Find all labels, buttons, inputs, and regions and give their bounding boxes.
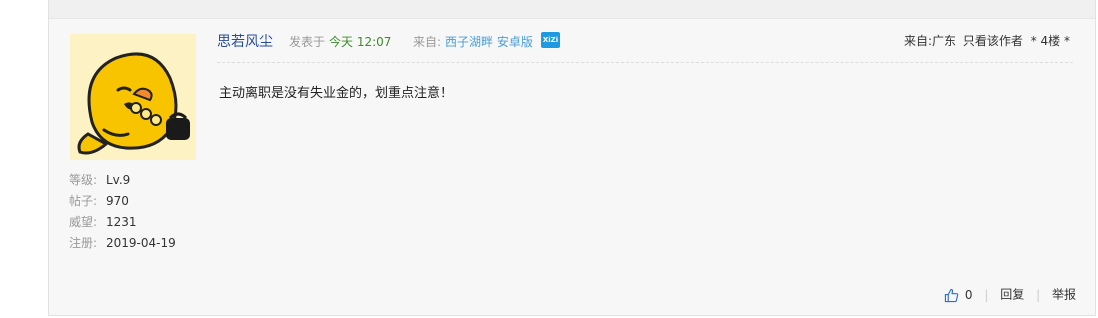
stat-value: 1231 <box>106 215 137 229</box>
thumbs-up-icon <box>944 288 959 302</box>
divider: | <box>1036 287 1041 302</box>
username-link[interactable]: 思若风尘 <box>217 31 273 51</box>
app-badge-icon[interactable]: XiZi <box>541 32 560 48</box>
location-label: 来自:广东 <box>904 34 957 48</box>
post-top-border <box>49 0 1095 19</box>
source-client-link[interactable]: 西子湖畔 安卓版 <box>445 35 533 49</box>
post-header: 思若风尘 发表于 今天 12:07 来自: 西子湖畔 安卓版 XiZi 来自:广东 … <box>217 28 1073 63</box>
report-link[interactable]: 举报 <box>1052 288 1076 302</box>
yellow-duck-avatar-icon <box>70 34 196 160</box>
like-count: 0 <box>964 287 973 302</box>
stat-posts: 帖子: 970 <box>69 191 209 212</box>
stat-level: 等级: Lv.9 <box>69 170 209 191</box>
post-meta-right: 来自:广东 只看该作者 * 4楼 * <box>904 32 1070 49</box>
floor-number: * 4楼 * <box>1030 34 1070 48</box>
posted-info: 发表于 今天 12:07 <box>289 33 391 50</box>
stat-reputation: 威望: 1231 <box>69 212 209 233</box>
avatar[interactable] <box>70 34 196 160</box>
view-author-only-link[interactable]: 只看该作者 <box>963 34 1023 48</box>
source-info: 来自: 西子湖畔 安卓版 <box>413 33 533 50</box>
stat-label: 威望: <box>69 215 98 229</box>
user-stats: 等级: Lv.9 帖子: 970 威望: 1231 注册: 2019-04-19 <box>69 170 209 254</box>
stat-label: 帖子: <box>69 194 98 208</box>
reply-link[interactable]: 回复 <box>1000 288 1024 302</box>
stat-label: 注册: <box>69 236 98 250</box>
stat-value: 2019-04-19 <box>106 236 176 250</box>
posted-label: 发表于 <box>289 35 326 49</box>
divider: | <box>984 287 989 302</box>
stat-value: 970 <box>106 194 129 208</box>
stat-registered: 注册: 2019-04-19 <box>69 233 209 254</box>
forum-post: 等级: Lv.9 帖子: 970 威望: 1231 注册: 2019-04-19 思若风… <box>48 0 1096 316</box>
like-button[interactable]: 0 <box>944 288 976 302</box>
posted-time: 今天 12:07 <box>329 35 392 49</box>
source-label: 来自: <box>413 35 442 49</box>
post-content: 主动离职是没有失业金的，划重点注意！ <box>219 86 454 101</box>
post-actions: 0 | 回复 | 举报 <box>944 285 1076 303</box>
stat-label: 等级: <box>69 173 98 187</box>
stat-value: Lv.9 <box>106 173 131 187</box>
